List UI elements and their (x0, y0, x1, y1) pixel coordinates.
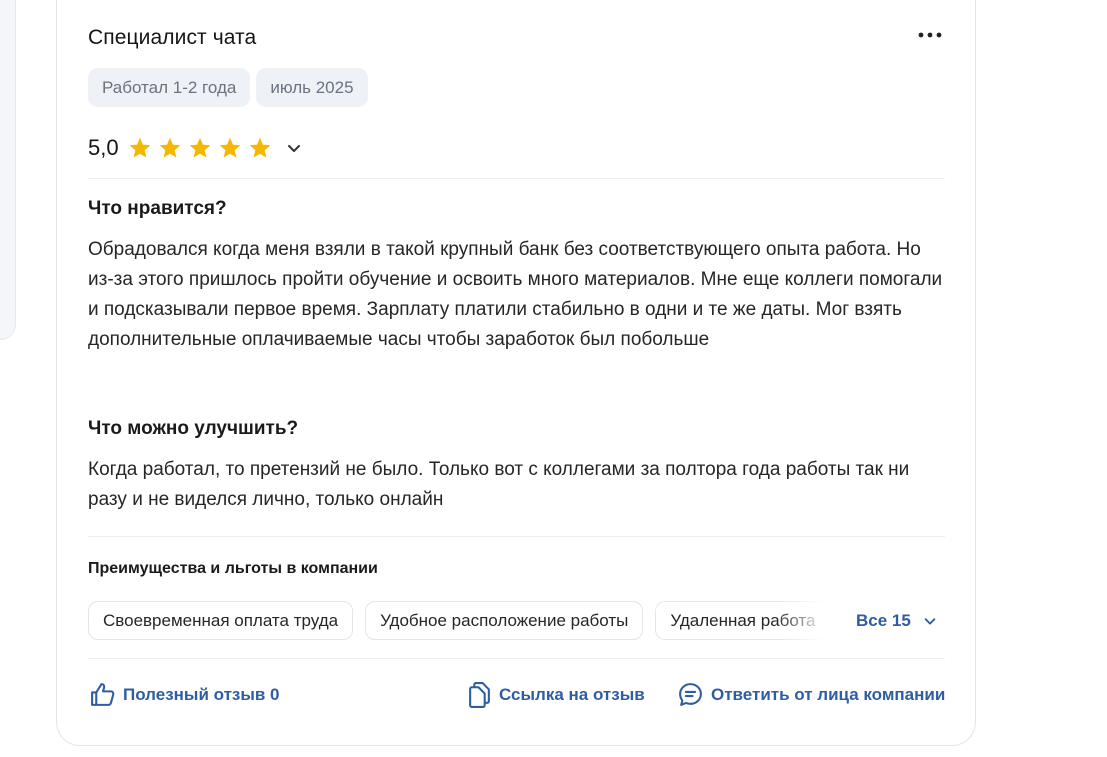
divider (88, 658, 945, 659)
rating-row: 5,0 (88, 135, 302, 161)
reply-as-company-button[interactable]: Ответить от лица компании (677, 681, 945, 708)
chevron-down-icon (924, 617, 936, 625)
rating-stars (128, 136, 272, 160)
more-horizontal-icon (918, 32, 942, 38)
review-link-button[interactable]: Ссылка на отзыв (467, 681, 645, 708)
left-side-panel (0, 0, 16, 340)
show-all-benefits-button[interactable]: Все 15 (854, 601, 937, 640)
star-icon (219, 137, 240, 158)
thumbs-up-icon (91, 683, 115, 706)
more-options-button[interactable] (916, 23, 944, 47)
benefit-chip: Удобное расположение работы (365, 601, 644, 640)
useful-review-label: Полезный отзыв 0 (123, 684, 280, 704)
star-icon (189, 137, 210, 158)
tag-review-date: июль 2025 (256, 68, 368, 107)
chat-bubble-icon (679, 683, 702, 706)
reply-as-company-label: Ответить от лица компании (711, 684, 946, 704)
show-all-benefits-label: Все 15 (856, 610, 911, 630)
review-title: Специалист чата (88, 26, 257, 49)
cons-title: Что можно улучшить? (88, 418, 299, 439)
chevron-down-icon[interactable] (286, 140, 302, 156)
rating-value: 5,0 (88, 135, 119, 160)
benefits-title: Преимущества и льготы в компании (88, 560, 378, 577)
review-card: Специалист чата Работал 1-2 года июль 20… (56, 0, 976, 746)
pros-title: Что нравится? (88, 198, 227, 219)
benefits-list: Своевременная оплата труда Удобное распо… (88, 601, 945, 640)
star-icon (249, 137, 270, 158)
benefit-chip: Удаленная работа (655, 601, 828, 640)
review-link-label: Ссылка на отзыв (499, 684, 645, 704)
divider (88, 178, 945, 179)
tag-work-duration: Работал 1-2 года (88, 68, 251, 107)
star-icon (129, 137, 150, 158)
benefit-chip: Своевременная оплата труда (88, 601, 354, 640)
useful-review-button[interactable]: Полезный отзыв 0 (89, 681, 280, 708)
review-actions: Полезный отзыв 0 Ссылка на отзыв Ответит… (88, 681, 948, 711)
pros-text: Обрадовался когда меня взяли в такой кру… (88, 239, 943, 350)
cons-text: Когда работал, то претензий не было. Тол… (88, 459, 910, 510)
divider (88, 536, 945, 537)
review-tags: Работал 1-2 года июль 2025 (88, 68, 368, 107)
star-icon (159, 137, 180, 158)
copy-icon (469, 682, 490, 708)
